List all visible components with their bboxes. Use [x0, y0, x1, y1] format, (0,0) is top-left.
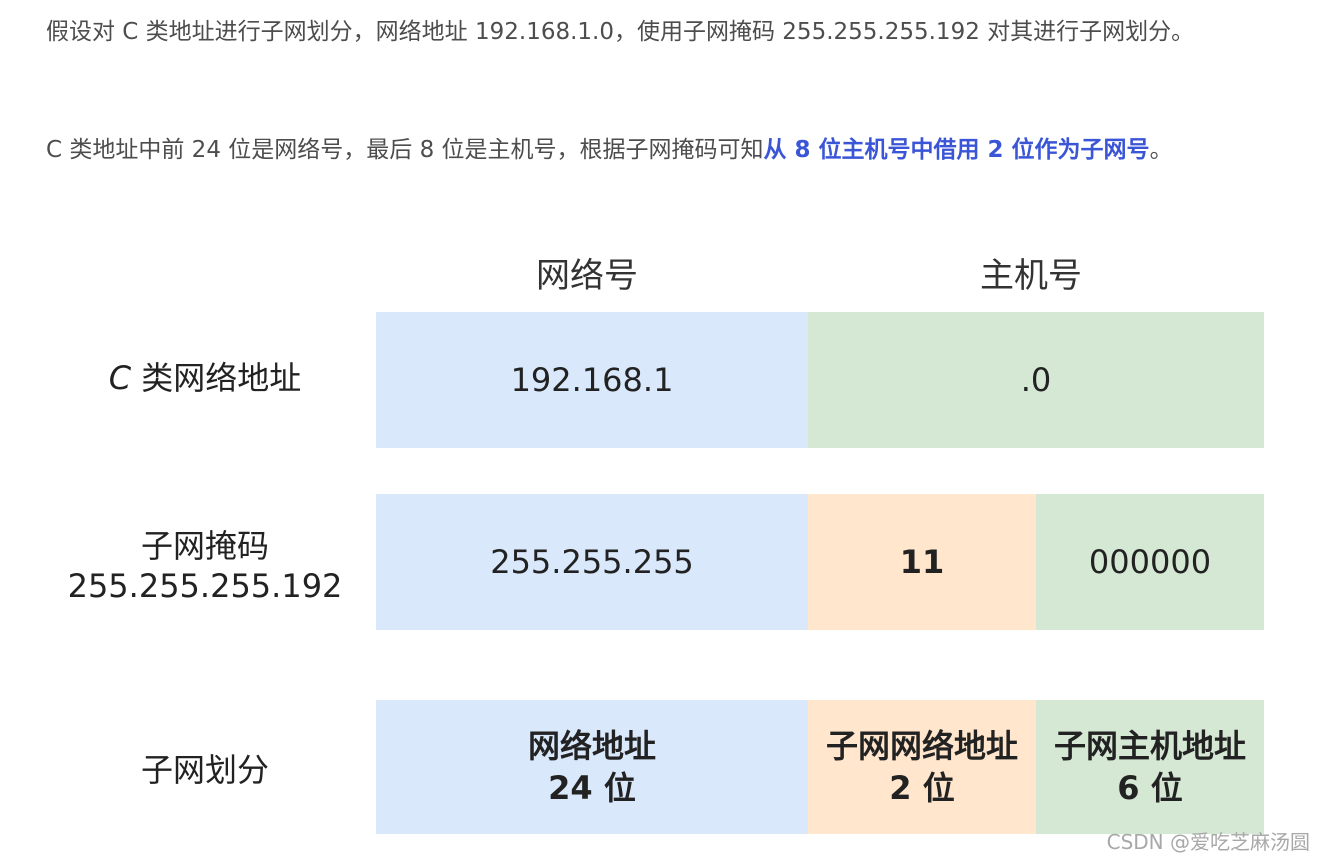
cell-division-host: 子网主机地址 6 位	[1036, 700, 1264, 834]
row-label-class-c-rest: 类网络地址	[131, 359, 302, 397]
row-label-c: C	[108, 359, 132, 397]
subnet-diagram: 网络号 主机号 C 类网络地址 192.168.1 .0 子网掩码 255.25…	[0, 0, 1318, 861]
cell-mask-subnet-bits: 11	[808, 494, 1036, 630]
row-label-subnet-mask-title: 子网掩码	[140, 527, 269, 565]
cell-division-network-title: 网络地址	[527, 727, 656, 765]
header-network: 网络号	[536, 256, 638, 296]
cell-mask-host-bits-value: 000000	[1088, 543, 1212, 581]
cell-mask-subnet-bits-value: 11	[899, 543, 945, 581]
cell-mask-host-bits: 000000	[1036, 494, 1264, 630]
cell-network-address-value: 192.168.1	[510, 361, 674, 399]
cell-division-network-bits: 24 位	[548, 769, 636, 807]
cell-network-address: 192.168.1	[376, 312, 808, 448]
cell-host-address: .0	[808, 312, 1264, 448]
cell-mask-network-value: 255.255.255	[490, 543, 694, 581]
cell-division-host-title: 子网主机地址	[1053, 727, 1246, 765]
row-label-subnetting: 子网划分	[140, 751, 269, 789]
cell-division-subnet: 子网网络地址 2 位	[808, 700, 1036, 834]
cell-division-network: 网络地址 24 位	[376, 700, 808, 834]
row-label-subnet-mask: 子网掩码 255.255.255.192	[50, 526, 360, 606]
header-host: 主机号	[980, 256, 1082, 296]
cell-host-address-value: .0	[1020, 361, 1052, 399]
cell-division-host-bits: 6 位	[1117, 769, 1183, 807]
row-label-class-c: C 类网络地址	[60, 358, 350, 398]
csdn-watermark: CSDN @爱吃芝麻汤圆	[1106, 830, 1310, 854]
cell-division-subnet-title: 子网网络地址	[825, 727, 1018, 765]
row-label-subnet-mask-value: 255.255.255.192	[67, 567, 343, 605]
cell-mask-network: 255.255.255	[376, 494, 808, 630]
cell-division-subnet-bits: 2 位	[889, 769, 955, 807]
